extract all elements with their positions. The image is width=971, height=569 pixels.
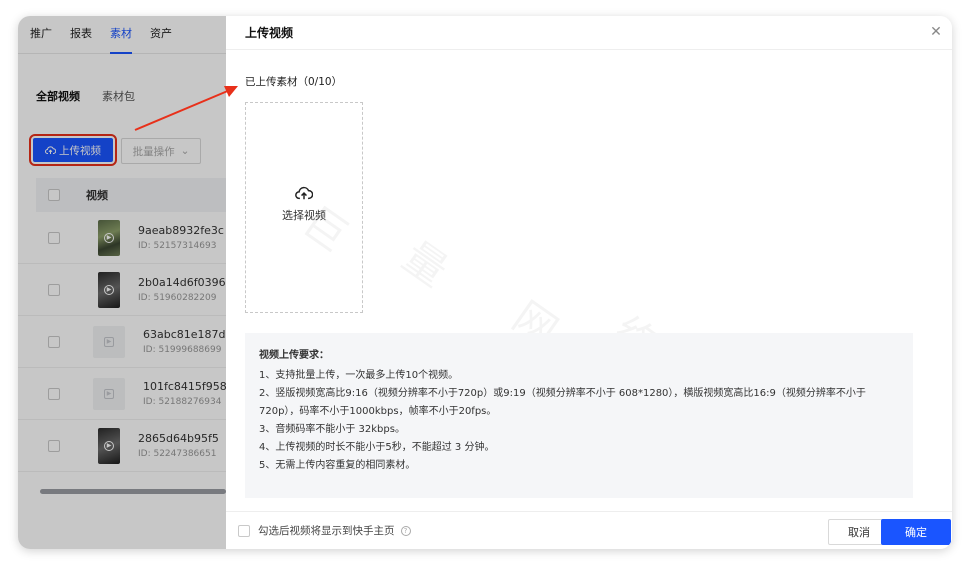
show-on-homepage-label: 勾选后视频将显示到快手主页 <box>258 525 395 537</box>
select-video-label: 选择视频 <box>282 209 326 222</box>
show-on-homepage-checkbox[interactable] <box>238 524 250 537</box>
cloud-upload-icon <box>295 186 313 200</box>
help-icon[interactable]: ? <box>400 525 411 536</box>
select-video-dropzone[interactable]: 选择视频 <box>245 102 363 313</box>
requirement-item: 1、支持批量上传，一次最多上传10个视频。 <box>259 370 459 381</box>
app-window: 推广 报表 素材 资产 全部视频 素材包 上传视频 批量操作 ⌄ 视频 ▶ 9a… <box>18 16 952 549</box>
requirement-item: 2、竖版视频宽高比9:16（视频分辨率不小于720p）或9:19（视频分辨率不小… <box>259 388 866 417</box>
drawer-title: 上传视频 <box>226 16 952 50</box>
close-icon[interactable]: ✕ <box>928 24 944 40</box>
upload-requirements: 视频上传要求： 1、支持批量上传，一次最多上传10个视频。 2、竖版视频宽高比9… <box>245 333 913 498</box>
requirement-item: 3、音频码率不能小于 32kbps。 <box>259 424 405 435</box>
drawer-footer: 勾选后视频将显示到快手主页 ? 取消 确定 <box>226 511 952 549</box>
confirm-button[interactable]: 确定 <box>881 519 951 545</box>
uploaded-count: 已上传素材（0/10） <box>245 76 343 88</box>
modal-overlay[interactable] <box>18 16 226 549</box>
upload-video-drawer: 巨 量 网 络 上传视频 ✕ 已上传素材（0/10） 选择视频 视频上传要求： … <box>226 16 952 549</box>
requirement-item: 4、上传视频的时长不能小于5秒，不能超过 3 分钟。 <box>259 442 495 453</box>
requirement-item: 5、无需上传内容重复的相同素材。 <box>259 460 416 471</box>
requirements-title: 视频上传要求： <box>259 350 329 361</box>
